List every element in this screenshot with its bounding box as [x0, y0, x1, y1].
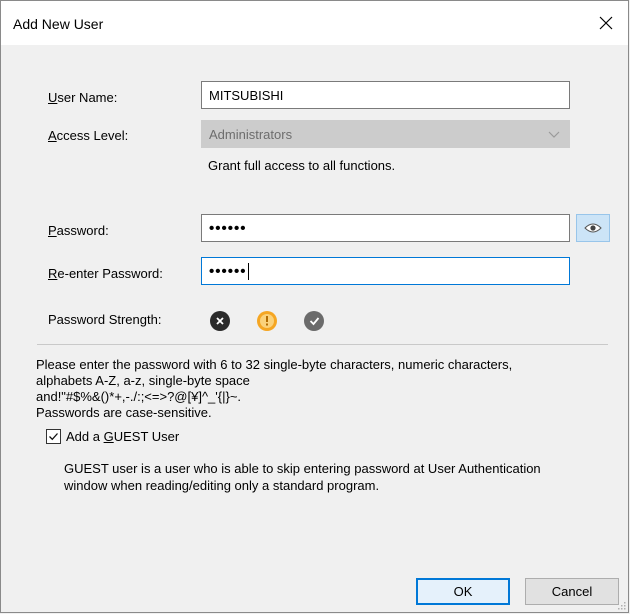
- reenter-password-input[interactable]: ••••••: [201, 257, 570, 285]
- text-caret: [247, 262, 249, 280]
- checkmark-icon: [49, 433, 58, 441]
- add-guest-user-label[interactable]: Add a GUEST User: [66, 429, 179, 444]
- user-name-value: MITSUBISHI: [209, 87, 284, 103]
- password-label: Password:: [48, 223, 109, 238]
- check-circle-icon: [304, 311, 324, 331]
- title-bar: Add New User: [1, 1, 628, 45]
- access-level-label: Access Level:: [48, 128, 129, 143]
- add-new-user-dialog: Add New User User Name: MITSUBISHI Acces…: [0, 0, 629, 613]
- password-input[interactable]: ••••••: [201, 214, 570, 242]
- x-circle-icon: [210, 311, 230, 331]
- password-masked-value: ••••••: [209, 219, 247, 237]
- password-rules-note: Please enter the password with 6 to 32 s…: [36, 357, 513, 420]
- password-strength-label: Password Strength:: [48, 312, 162, 327]
- close-icon: [599, 16, 613, 30]
- chevron-down-icon: [548, 131, 560, 138]
- user-name-input[interactable]: MITSUBISHI: [201, 81, 570, 109]
- close-button[interactable]: [592, 9, 620, 37]
- cancel-button[interactable]: Cancel: [525, 578, 619, 605]
- show-password-button[interactable]: [576, 214, 610, 242]
- access-level-selected: Administrators: [209, 126, 293, 142]
- guest-user-description: GUEST user is a user who is able to skip…: [64, 461, 541, 493]
- section-divider: [37, 344, 608, 345]
- reenter-password-label: Re-enter Password:: [48, 266, 163, 281]
- exclamation-circle-icon: [257, 311, 277, 331]
- eye-icon: [584, 223, 602, 233]
- dialog-title: Add New User: [13, 16, 104, 32]
- access-level-description: Grant full access to all functions.: [208, 158, 396, 173]
- reenter-password-masked-value: ••••••: [209, 262, 247, 280]
- add-guest-user-checkbox[interactable]: [46, 429, 61, 444]
- access-level-select[interactable]: Administrators: [201, 120, 570, 148]
- resize-grip-icon[interactable]: [616, 600, 626, 610]
- user-name-label: User Name:: [48, 90, 118, 105]
- ok-button[interactable]: OK: [416, 578, 510, 605]
